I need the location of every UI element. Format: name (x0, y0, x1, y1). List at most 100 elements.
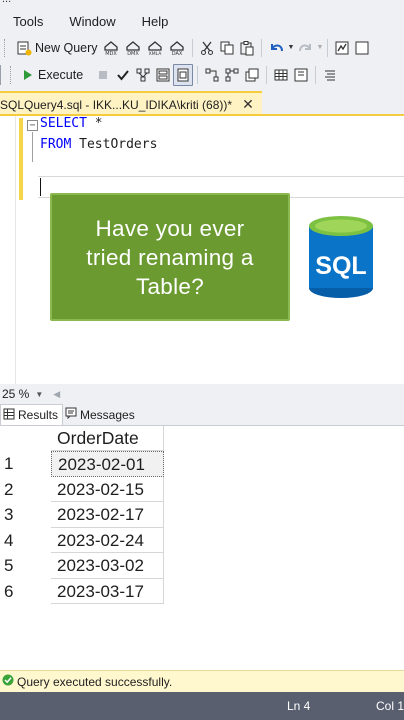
live-stats-button[interactable] (222, 64, 242, 86)
estimated-plan-button[interactable] (133, 64, 153, 86)
database-dropdown-edge[interactable] (0, 64, 6, 85)
row-number: 6 (4, 581, 14, 601)
table-cell[interactable]: 2023-02-01 (51, 451, 164, 477)
menu-tools[interactable]: Tools (0, 14, 56, 29)
tab-messages[interactable]: Messages (63, 404, 139, 425)
table-row[interactable]: 5 2023-03-02 (0, 553, 164, 579)
code-line-2: FROM TestOrders (40, 137, 157, 152)
scroll-left-icon[interactable]: ◀ (53, 389, 60, 400)
results-to-file-button[interactable] (291, 64, 311, 86)
execute-button[interactable]: Execute (18, 64, 85, 86)
close-icon[interactable]: ✕ (242, 96, 254, 113)
undo-dropdown-icon[interactable]: ▼ (288, 44, 295, 51)
comment-icon (322, 67, 338, 83)
execution-plan-icon (135, 67, 151, 83)
xmla-query-button[interactable]: XMLA (144, 37, 166, 59)
row-number: 4 (4, 530, 14, 550)
table-row[interactable]: 6 2023-03-17 (0, 578, 164, 604)
table-cell[interactable]: 2023-02-24 (51, 527, 164, 553)
status-message: Query executed successfully. (17, 674, 173, 689)
table-row[interactable]: 4 2023-02-24 (0, 527, 164, 553)
table-row[interactable]: 3 2023-02-17 (0, 502, 164, 528)
redo-icon (296, 40, 314, 56)
results-to-grid-button[interactable] (271, 64, 291, 86)
keyword-from: FROM (40, 137, 72, 152)
undo-icon (268, 40, 286, 56)
table-cell[interactable]: 2023-02-17 (51, 502, 164, 528)
column-header-orderdate[interactable]: OrderDate (51, 426, 164, 451)
tab-sqlquery4[interactable]: SQLQuery4.sql - IKK...KU_IDIKA\kriti (68… (0, 91, 262, 116)
stop-button[interactable] (93, 64, 113, 86)
toolbar-grip[interactable] (4, 38, 8, 57)
mdx-icon: MDX (102, 39, 120, 57)
line-indicator: Ln 4 (287, 699, 311, 713)
row-number: 3 (4, 505, 14, 524)
toolbar-grip[interactable] (10, 65, 14, 84)
tab-results[interactable]: Results (0, 404, 64, 425)
table-row[interactable]: 1 2023-02-01 (0, 451, 164, 477)
tab-results-label: Results (18, 408, 59, 422)
menu-help[interactable]: Help (129, 14, 182, 29)
svg-text:XMLA: XMLA (148, 51, 162, 57)
standard-toolbar: New Query MDX DMX XMLA DAX ▼ ▼ (0, 34, 404, 61)
execute-label: Execute (38, 67, 84, 82)
dmx-query-button[interactable]: DMX (122, 37, 144, 59)
redo-dropdown-icon[interactable]: ▼ (316, 44, 323, 51)
mdx-query-button[interactable]: MDX (100, 37, 122, 59)
paste-button[interactable] (237, 37, 257, 59)
zoom-bar: 25 % ▼ ◀ (0, 384, 404, 404)
more-icon (354, 40, 370, 56)
row-number: 1 (4, 454, 14, 473)
dmx-icon: DMX (124, 39, 142, 57)
table-row[interactable]: 2 2023-02-15 (0, 476, 164, 502)
sql-logo-text: SQL (315, 252, 366, 280)
dax-query-button[interactable]: DAX (166, 37, 188, 59)
copy-button[interactable] (217, 37, 237, 59)
overlay-banner: Have you ever tried renaming a Table? (50, 193, 290, 321)
comment-button[interactable] (320, 64, 340, 86)
client-stats-button[interactable] (242, 64, 262, 86)
tab-messages-label: Messages (80, 407, 135, 422)
outline-line (32, 132, 33, 162)
table-cell[interactable]: 2023-03-17 (51, 578, 164, 604)
tab-label: SQLQuery4.sql - IKK...KU_IDIKA\kriti (68… (0, 97, 233, 112)
client-stats-icon (244, 67, 260, 83)
collapse-icon[interactable]: − (27, 120, 38, 131)
table-cell[interactable]: 2023-02-15 (51, 476, 164, 502)
results-grid-icon (273, 67, 289, 83)
text-caret (40, 178, 41, 196)
toolbar-separator (327, 38, 329, 57)
parse-button[interactable] (113, 64, 133, 86)
cut-button[interactable] (197, 37, 217, 59)
activity-monitor-button[interactable] (332, 37, 352, 59)
overlay-text: Have you ever tried renaming a Table? (86, 215, 254, 299)
toolbar-separator (266, 65, 268, 84)
parse-icon (116, 68, 130, 82)
query-status-bar: Query executed successfully. (0, 670, 404, 692)
success-icon (0, 673, 17, 691)
cut-icon (199, 40, 215, 56)
window-title: ... (2, 0, 11, 5)
code-text: TestOrders (71, 137, 158, 152)
zoom-dropdown-icon[interactable]: ▼ (35, 390, 43, 399)
query-designer-button[interactable] (153, 64, 173, 86)
toolbar-separator (197, 65, 199, 84)
new-query-label: New Query (35, 40, 98, 55)
include-plan-button[interactable] (202, 64, 222, 86)
undo-button[interactable] (266, 37, 288, 59)
svg-text:DMX: DMX (127, 51, 139, 57)
change-indicator (19, 118, 23, 200)
row-number: 2 (4, 479, 14, 499)
copy-icon (219, 40, 235, 56)
menu-window[interactable]: Window (56, 14, 128, 29)
more-button[interactable] (352, 37, 372, 59)
new-query-button[interactable]: New Query (12, 37, 100, 59)
table-cell[interactable]: 2023-03-02 (51, 553, 164, 579)
results-to-text-button[interactable] (173, 63, 194, 86)
toolbar-separator (260, 38, 262, 57)
grid-icon (3, 408, 18, 423)
zoom-level[interactable]: 25 % (2, 387, 29, 401)
redo-button[interactable] (294, 37, 316, 59)
results-file-icon (293, 67, 309, 83)
svg-text:MDX: MDX (105, 51, 117, 57)
